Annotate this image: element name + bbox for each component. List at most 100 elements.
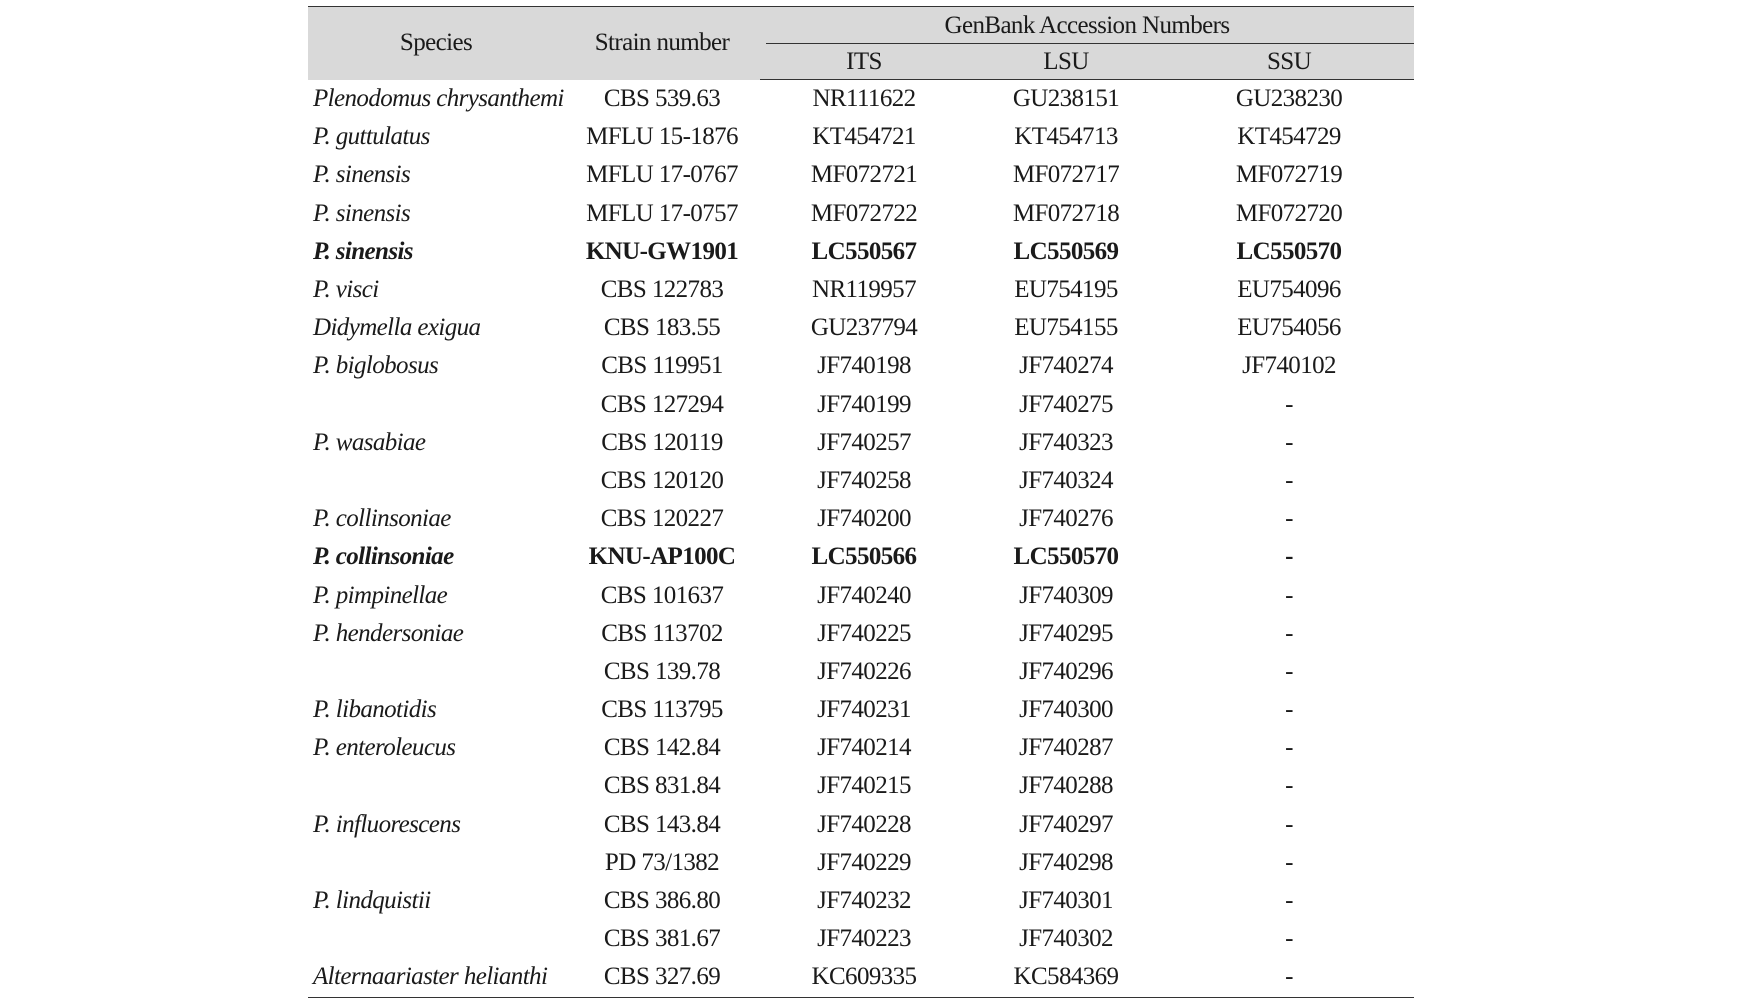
cell-species <box>308 767 564 805</box>
cell-its: JF740228 <box>817 810 911 838</box>
accession-table-container: Species Strain number GenBank Accession … <box>308 6 1414 998</box>
cell-lsu: JF740301 <box>1019 887 1113 915</box>
cell-species: Didymella exigua <box>313 314 481 342</box>
cell-ssu: KT454729 <box>1237 123 1341 151</box>
cell-lsu: JF740298 <box>1019 848 1113 876</box>
cell-ssu: - <box>1285 428 1293 456</box>
cell-strain: CBS 120119 <box>601 428 723 456</box>
cell-lsu: JF740297 <box>1019 810 1113 838</box>
cell-species: P. wasabiae <box>313 428 426 456</box>
cell-lsu: JF740309 <box>1019 581 1113 609</box>
table-body: Plenodomus chrysanthemi CBS 539.63 NR11162… <box>308 80 1414 998</box>
table-row: CBS 127294 JF740199 JF740275 - <box>308 386 1414 424</box>
header-ssu: SSU <box>1164 44 1414 80</box>
cell-its: JF740198 <box>817 352 911 380</box>
cell-strain: KNU-AP100C <box>588 543 736 571</box>
cell-strain: CBS 831.84 <box>603 772 721 800</box>
table-row: Alternaariaster helianthi CBS 327.69 KC609… <box>308 958 1414 998</box>
cell-its: NR119957 <box>811 276 917 304</box>
cell-strain: CBS 327.69 <box>564 958 760 998</box>
cell-species: P. visci <box>313 276 379 304</box>
cell-strain: CBS 113795 <box>601 696 723 724</box>
table-row: P. influorescens CBS 143.84 JF740228 JF7402… <box>308 806 1414 844</box>
cell-ssu: - <box>1285 772 1293 800</box>
cell-lsu: JF740323 <box>1019 428 1113 456</box>
cell-lsu: KC584369 <box>968 958 1164 998</box>
cell-its: NR111622 <box>812 85 916 113</box>
header-genbank-label: GenBank Accession Numbers <box>944 11 1231 39</box>
cell-ssu: - <box>1285 887 1293 915</box>
table-row: P. hendersoniae CBS 113702 JF740225 JF74029… <box>308 615 1414 653</box>
cell-lsu: JF740295 <box>1019 619 1113 647</box>
cell-ssu: - <box>1285 390 1293 418</box>
cell-strain: CBS 139.78 <box>603 657 721 685</box>
cell-lsu: EU754155 <box>1014 314 1118 342</box>
cell-strain: CBS 143.84 <box>603 810 721 838</box>
cell-its: MF072721 <box>810 161 918 189</box>
cell-ssu: - <box>1285 734 1293 762</box>
cell-species: Alternaariaster helianthi <box>308 958 564 998</box>
cell-species: P. sinensis <box>313 199 411 227</box>
cell-ssu: MF072719 <box>1235 161 1343 189</box>
cell-strain: CBS 127294 <box>600 390 724 418</box>
table-row: PD 73/1382 JF740229 JF740298 - <box>308 844 1414 882</box>
cell-strain: MFLU 17-0767 <box>586 161 738 189</box>
cell-species: P. sinensis <box>313 161 411 189</box>
cell-its: JF740229 <box>817 848 911 876</box>
cell-species: P. pimpinellae <box>313 581 448 609</box>
cell-strain: MFLU 15-1876 <box>586 123 738 151</box>
cell-ssu: - <box>1285 619 1293 647</box>
cell-species <box>308 386 564 424</box>
cell-species: P. libanotidis <box>313 696 437 724</box>
table-row: CBS 120120 JF740258 JF740324 - <box>308 462 1414 500</box>
table-row: P. sinensis MFLU 17-0757 MF072722 MF072718 M… <box>308 195 1414 233</box>
cell-its: MF072722 <box>810 199 918 227</box>
table-row: P. collinsoniae CBS 120227 JF740200 JF74027… <box>308 500 1414 538</box>
cell-species <box>308 653 564 691</box>
cell-ssu: EU754096 <box>1237 276 1341 304</box>
cell-lsu: GU238151 <box>1012 85 1120 113</box>
cell-ssu: - <box>1285 543 1293 571</box>
cell-strain: CBS 119951 <box>601 352 723 380</box>
cell-strain: PD 73/1382 <box>604 848 720 876</box>
header-lsu: LSU <box>968 44 1164 80</box>
table-row: P. collinsoniae KNU-AP100C LC550566 LC55057… <box>308 538 1414 576</box>
header-species: Species <box>308 6 564 80</box>
cell-lsu: MF072718 <box>1012 199 1120 227</box>
cell-its: JF740240 <box>817 581 911 609</box>
cell-species: P. collinsoniae <box>313 505 451 533</box>
cell-its: JF740226 <box>817 657 911 685</box>
cell-strain: KNU-GW1901 <box>585 237 739 265</box>
cell-ssu: LC550570 <box>1236 237 1343 265</box>
header-genbank-accession-numbers: GenBank Accession Numbers <box>760 6 1414 44</box>
table-row: P. wasabiae CBS 120119 JF740257 JF740323 - <box>308 424 1414 462</box>
cell-lsu: EU754195 <box>1014 276 1118 304</box>
table-row: CBS 381.67 JF740223 JF740302 - <box>308 920 1414 958</box>
cell-ssu: - <box>1285 696 1293 724</box>
cell-ssu: JF740102 <box>1242 352 1336 380</box>
table-row: P. biglobosus CBS 119951 JF740198 JF740274 J… <box>308 347 1414 385</box>
cell-its: KT454721 <box>812 123 916 151</box>
cell-ssu: - <box>1285 505 1293 533</box>
cell-its: JF740199 <box>817 390 911 418</box>
cell-ssu: MF072720 <box>1235 199 1343 227</box>
cell-ssu: GU238230 <box>1235 85 1343 113</box>
cell-strain: CBS 101637 <box>600 581 724 609</box>
cell-its: JF740223 <box>817 925 911 953</box>
table-row: CBS 831.84 JF740215 JF740288 - <box>308 767 1414 805</box>
cell-species <box>308 844 564 882</box>
cell-its: JF740200 <box>817 505 911 533</box>
cell-lsu: JF740288 <box>1019 772 1113 800</box>
cell-species: P. guttulatus <box>313 123 430 151</box>
header-strain-number: Strain number <box>564 6 760 80</box>
cell-its: JF740214 <box>817 734 911 762</box>
cell-species: P. collinsoniae <box>313 543 454 571</box>
cell-strain: CBS 120120 <box>600 466 724 494</box>
cell-lsu: JF740302 <box>1019 925 1113 953</box>
table-header: Species Strain number GenBank Accession … <box>308 6 1414 80</box>
cell-species: P. influorescens <box>313 810 461 838</box>
cell-its: JF740225 <box>817 619 911 647</box>
table-row: P. visci CBS 122783 NR119957 EU754195 EU7540… <box>308 271 1414 309</box>
cell-strain: CBS 539.63 <box>603 84 721 112</box>
cell-species <box>308 462 564 500</box>
